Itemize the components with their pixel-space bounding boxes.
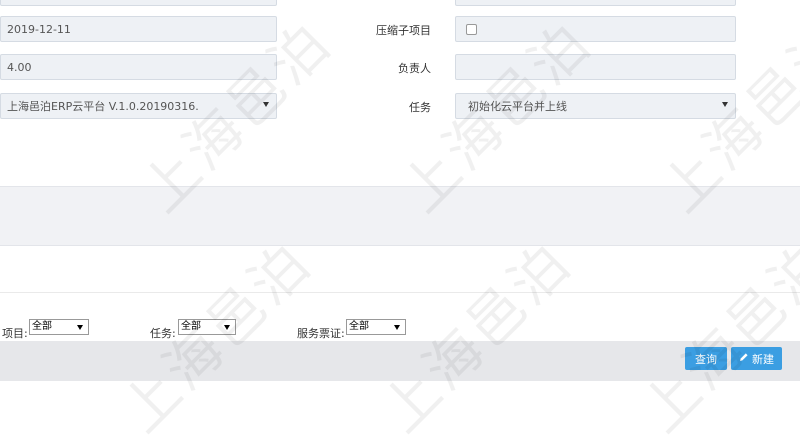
top-field-left[interactable]	[0, 0, 277, 6]
date-field[interactable]: 2019-12-11	[0, 16, 277, 42]
search-button-label: 查询	[695, 352, 717, 366]
chevron-down-icon	[722, 102, 728, 107]
divider	[0, 292, 800, 293]
filter-ticket-value: 全部	[349, 321, 369, 332]
task-label: 任务	[409, 101, 431, 114]
filter-task-label: 任务:	[150, 327, 176, 340]
compress-subproject-label: 压缩子项目	[376, 24, 431, 37]
filter-project-label: 项目:	[2, 327, 28, 340]
chevron-down-icon	[394, 325, 400, 330]
owner-label: 负责人	[398, 62, 431, 75]
search-button[interactable]: 查询	[685, 347, 727, 370]
filter-project-value: 全部	[32, 321, 52, 332]
new-button[interactable]: 新建	[731, 347, 782, 370]
chevron-down-icon	[224, 325, 230, 330]
filter-task-value: 全部	[181, 321, 201, 332]
compress-subproject-checkbox[interactable]	[466, 23, 477, 35]
task-select[interactable]: 初始化云平台并上线	[455, 93, 736, 119]
project-select[interactable]: 上海邑泊ERP云平台 V.1.0.20190316.	[0, 93, 277, 119]
pencil-icon	[739, 352, 749, 365]
date-value: 2019-12-11	[7, 22, 71, 36]
owner-field[interactable]	[455, 54, 736, 80]
bottom-toolbar	[0, 341, 800, 381]
new-button-label: 新建	[752, 352, 774, 366]
compress-subproject-field	[455, 16, 736, 42]
chevron-down-icon	[263, 102, 269, 107]
filter-ticket-label: 服务票证:	[297, 327, 345, 340]
hours-value: 4.00	[7, 60, 32, 74]
top-field-right[interactable]	[455, 0, 736, 6]
filter-task-select[interactable]: 全部	[178, 319, 236, 335]
filter-ticket-select[interactable]: 全部	[346, 319, 406, 335]
hours-field[interactable]: 4.00	[0, 54, 277, 80]
chevron-down-icon	[77, 325, 83, 330]
watermark-text: 上海邑泊	[629, 229, 800, 446]
section-panel	[0, 186, 800, 246]
project-select-value: 上海邑泊ERP云平台 V.1.0.20190316.	[7, 100, 199, 113]
filter-project-select[interactable]: 全部	[29, 319, 89, 335]
task-select-value: 初始化云平台并上线	[468, 100, 567, 113]
